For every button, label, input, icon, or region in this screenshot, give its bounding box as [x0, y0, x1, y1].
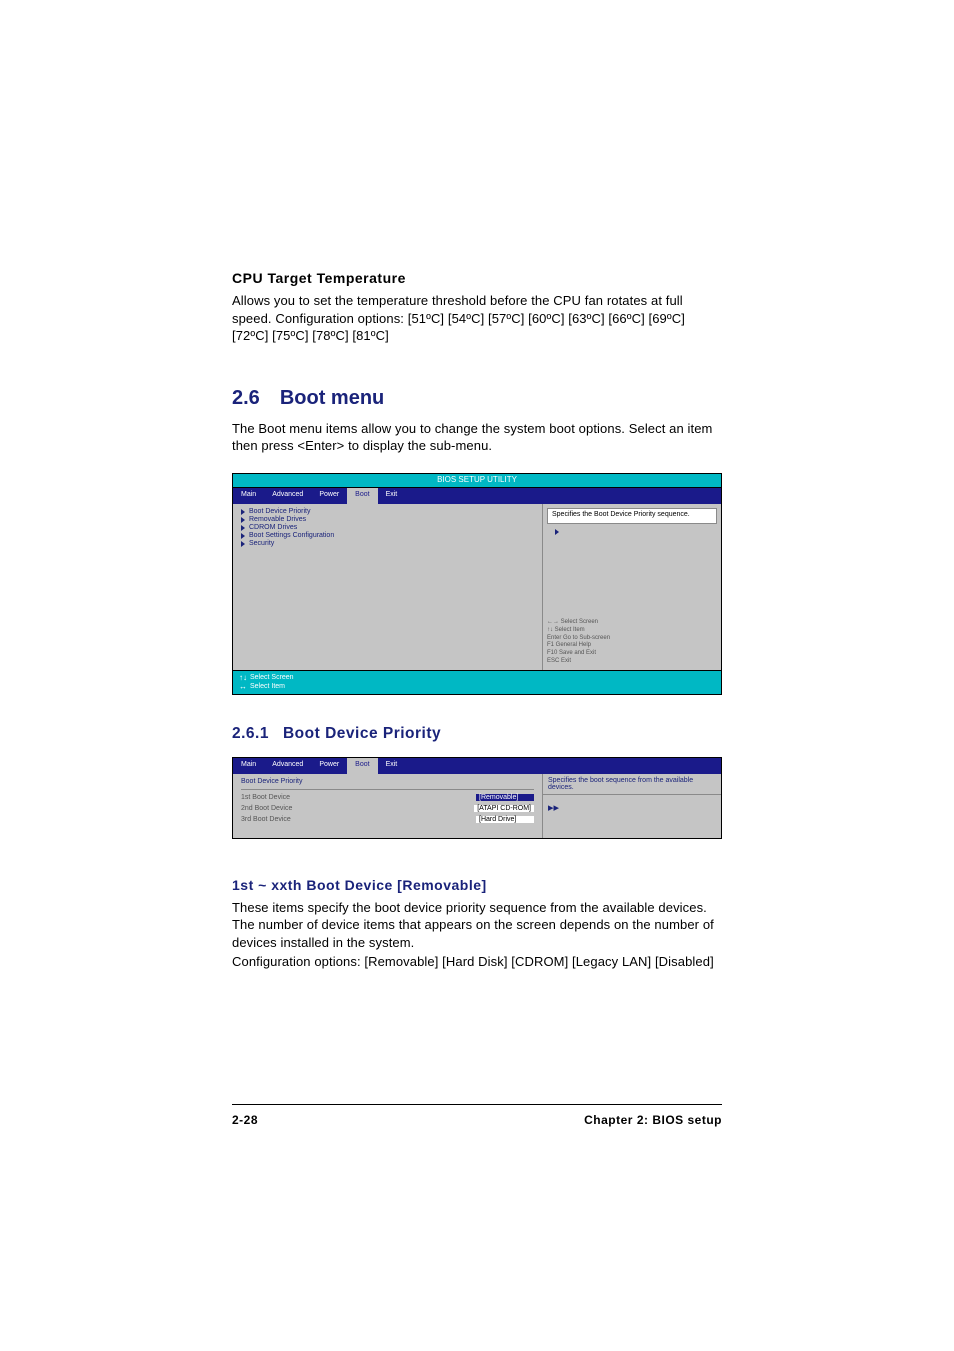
- bios-left-panel: Boot Device Priority 1st Boot Device [Re…: [233, 774, 543, 838]
- section-body-boot-device-2: Configuration options: [Removable] [Hard…: [232, 953, 722, 971]
- bios-row-label: 1st Boot Device: [241, 794, 290, 801]
- submenu-arrow-icon: [241, 525, 245, 531]
- bios-row-value: [Hard Drive]: [476, 816, 534, 823]
- bios-help-box: Specifies the Boot Device Priority seque…: [547, 508, 717, 524]
- section-heading-cpu-temp: CPU Target Temperature: [232, 270, 722, 286]
- bios-tab-advanced: Advanced: [264, 758, 311, 774]
- bios-row-value: [ATAPI CD-ROM]: [474, 805, 534, 812]
- bios-right-panel: Specifies the boot sequence from the ava…: [543, 774, 721, 838]
- fast-forward-icon: ▸▸: [548, 802, 559, 814]
- section-body-boot-device-1: These items specify the boot device prio…: [232, 899, 722, 952]
- bios-item-boot-settings-config: Boot Settings Configuration: [241, 532, 534, 540]
- bios-tab-exit: Exit: [378, 488, 406, 504]
- updown-arrow-icon: ↑↓: [239, 674, 247, 682]
- bios-item-label: Security: [249, 540, 274, 547]
- page-number: 2-28: [232, 1113, 258, 1127]
- submenu-arrow-icon: [555, 529, 559, 535]
- key-row: ESC Exit: [547, 658, 717, 666]
- submenu-arrow-icon: [241, 533, 245, 539]
- footer-text: Select Item: [250, 683, 285, 690]
- submenu-arrow-icon: [241, 509, 245, 515]
- bios-row-label: 2nd Boot Device: [241, 805, 292, 812]
- section-heading-boot-menu: 2.6 Boot menu: [232, 387, 722, 410]
- section-title: Boot Device Priority: [283, 725, 441, 743]
- bios-right-panel: Specifies the Boot Device Priority seque…: [543, 504, 721, 670]
- bios-item-security: Security: [241, 540, 534, 548]
- bios-title-bar: BIOS SETUP UTILITY: [233, 474, 721, 488]
- bios-screenshot-boot-priority: Main Advanced Power Boot Exit Boot Devic…: [232, 757, 722, 839]
- bios-tab-bar: Main Advanced Power Boot Exit: [233, 758, 721, 774]
- key-row: F10 Save and Exit: [547, 650, 717, 658]
- key-row: F1 General Help: [547, 642, 717, 650]
- bios-item-cdrom-drives: CDROM Drives: [241, 524, 534, 532]
- submenu-arrow-icon: [241, 541, 245, 547]
- bios-tab-power: Power: [311, 758, 347, 774]
- bios-footer-bar: ↑↓ Select Screen ↔ Select Item: [233, 670, 721, 694]
- key-row: ↑↓ Select Item: [547, 627, 717, 635]
- section-heading-boot-device: 1st ~ xxth Boot Device [Removable]: [232, 877, 722, 893]
- bios-tab-boot: Boot: [347, 488, 377, 504]
- bios-tab-advanced: Advanced: [264, 488, 311, 504]
- page-footer: 2-28 Chapter 2: BIOS setup: [232, 1104, 722, 1127]
- bios-tab-boot: Boot: [347, 758, 377, 774]
- footer-text: Select Screen: [250, 674, 294, 681]
- bios-help-mid: [547, 527, 717, 616]
- bios-screenshot-boot-menu: BIOS SETUP UTILITY Main Advanced Power B…: [232, 473, 722, 695]
- key-row: ←→ Select Screen: [547, 619, 717, 627]
- bios-item-boot-device-priority: Boot Device Priority: [241, 508, 534, 516]
- bios-tab-main: Main: [233, 758, 264, 774]
- leftright-arrow-icon: ↔: [239, 683, 247, 691]
- bios-row-3rd-boot: 3rd Boot Device [Hard Drive]: [241, 814, 534, 825]
- submenu-arrow-icon: [241, 517, 245, 523]
- bios-key-legend: ←→ Select Screen ↑↓ Select Item Enter Go…: [547, 619, 717, 666]
- bios-help-box: Specifies the boot sequence from the ava…: [543, 774, 721, 795]
- bios-tab-bar: Main Advanced Power Boot Exit: [233, 488, 721, 504]
- section-title: Boot menu: [280, 387, 384, 410]
- bios-tab-power: Power: [311, 488, 347, 504]
- bios-row-label: 3rd Boot Device: [241, 816, 291, 823]
- section-num: 2.6: [232, 387, 260, 410]
- chapter-label: Chapter 2: BIOS setup: [584, 1113, 722, 1127]
- section-body-boot-menu: The Boot menu items allow you to change …: [232, 420, 722, 455]
- bios-help-body: ▸▸: [543, 795, 721, 838]
- bios-row-value-selected: [Removable]: [476, 794, 534, 801]
- bios-item-removable-drives: Removable Drives: [241, 516, 534, 524]
- key-row: Enter Go to Sub-screen: [547, 635, 717, 643]
- bios-left-header: Boot Device Priority: [241, 776, 534, 790]
- bios-row-2nd-boot: 2nd Boot Device [ATAPI CD-ROM]: [241, 803, 534, 814]
- bios-item-label: Boot Device Priority: [249, 508, 310, 515]
- bios-left-panel: Boot Device Priority Removable Drives CD…: [233, 504, 543, 670]
- bios-item-label: Removable Drives: [249, 516, 306, 523]
- bios-item-label: CDROM Drives: [249, 524, 297, 531]
- section-body-cpu-temp: Allows you to set the temperature thresh…: [232, 292, 722, 345]
- bios-item-label: Boot Settings Configuration: [249, 532, 334, 539]
- bios-tab-exit: Exit: [378, 758, 406, 774]
- bios-tab-main: Main: [233, 488, 264, 504]
- bios-row-1st-boot: 1st Boot Device [Removable]: [241, 792, 534, 803]
- section-heading-boot-device-priority: 2.6.1 Boot Device Priority: [232, 725, 722, 743]
- section-num: 2.6.1: [232, 725, 269, 743]
